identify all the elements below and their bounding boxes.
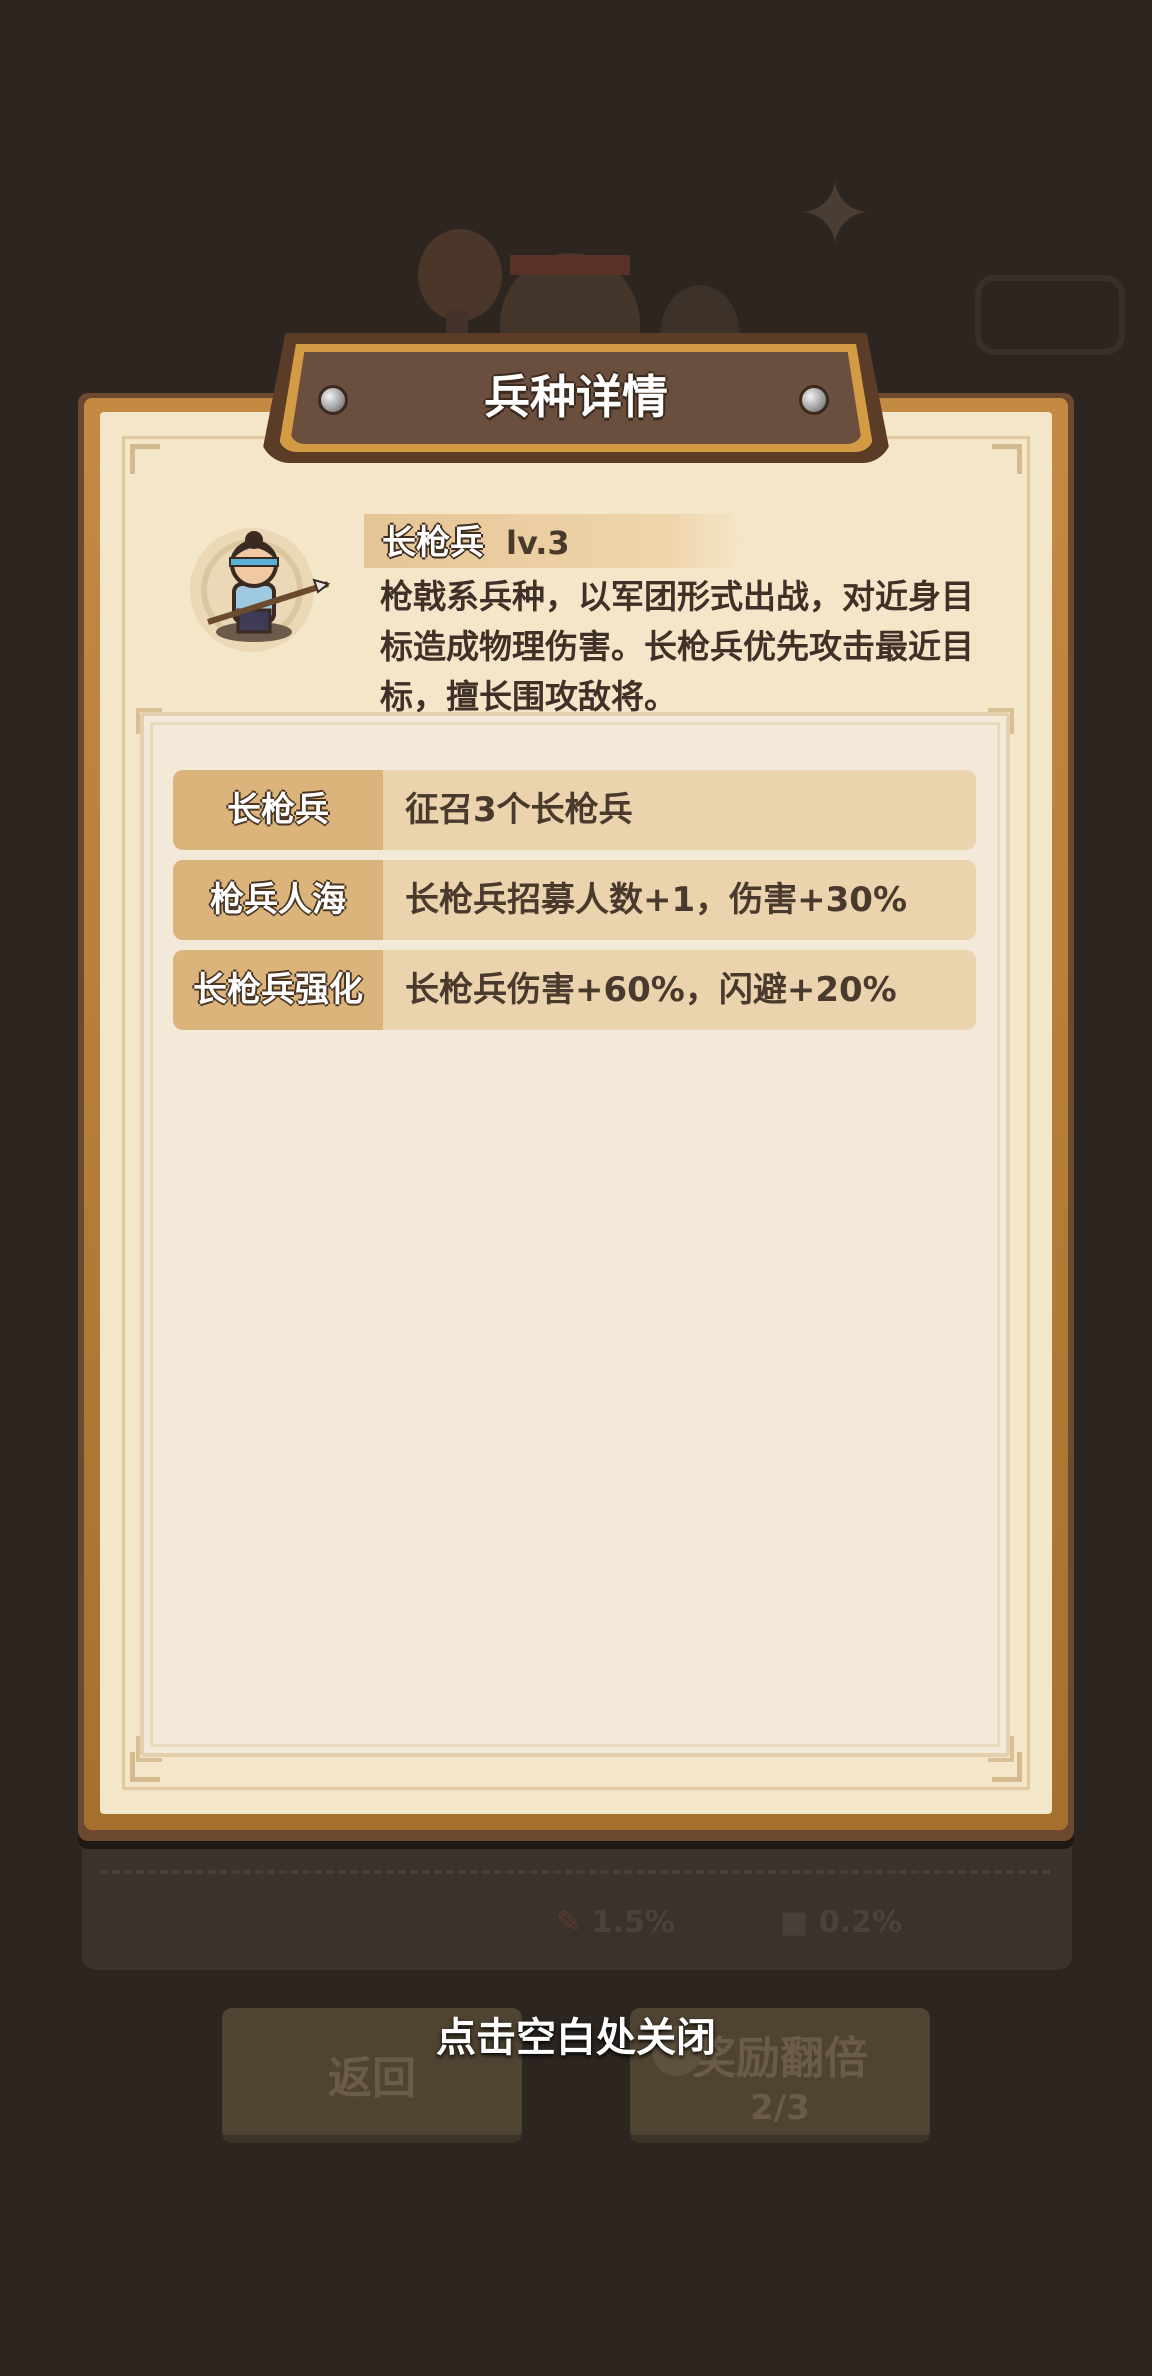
skill-description: 征召3个长枪兵 <box>405 790 633 830</box>
skill-tag: 长枪兵强化 <box>173 950 383 1030</box>
unit-description: 枪戟系兵种，以军团形式出战，对近身目标造成物理伤害。长枪兵优先攻击最近目标，擅长… <box>380 577 974 716</box>
skill-row: 长枪兵强化 长枪兵伤害+60%，闪避+20% <box>173 950 976 1030</box>
background-attack-stat: ✎ 1.5% <box>556 1905 675 1940</box>
box-corner-ornament <box>136 708 162 734</box>
rivet-icon <box>318 385 348 415</box>
spearman-portrait-icon <box>190 528 331 652</box>
skill-description: 长枪兵伤害+60%，闪避+20% <box>405 970 897 1010</box>
background-defense-stat: ■ 0.2% <box>780 1905 903 1940</box>
close-hint[interactable]: 点击空白处关闭 <box>330 2008 822 2068</box>
box-corner-ornament <box>988 708 1014 734</box>
skill-tag: 长枪兵 <box>173 770 383 850</box>
corner-ornament <box>992 444 1022 474</box>
sparkle-icon: ✦ <box>797 162 873 267</box>
box-corner-ornament <box>136 1736 162 1762</box>
sword-icon: ✎ <box>556 1905 582 1940</box>
skill-row: 长枪兵 征召3个长枪兵 <box>173 770 976 850</box>
shield-icon: ■ <box>780 1905 809 1940</box>
skill-description: 长枪兵招募人数+1，伤害+30% <box>405 880 908 920</box>
background-counter-frame <box>975 275 1125 355</box>
corner-ornament <box>130 444 160 474</box>
skill-row: 枪兵人海 长枪兵招募人数+1，伤害+30% <box>173 860 976 940</box>
box-corner-ornament <box>988 1736 1014 1762</box>
panel-title: 兵种详情 <box>484 370 668 424</box>
double-reward-count: 2/3 <box>750 2088 810 2128</box>
unit-level: lv.3 <box>506 524 570 562</box>
skill-tag: 枪兵人海 <box>173 860 383 940</box>
rivet-icon <box>799 385 829 415</box>
unit-name: 长枪兵 <box>382 523 484 563</box>
